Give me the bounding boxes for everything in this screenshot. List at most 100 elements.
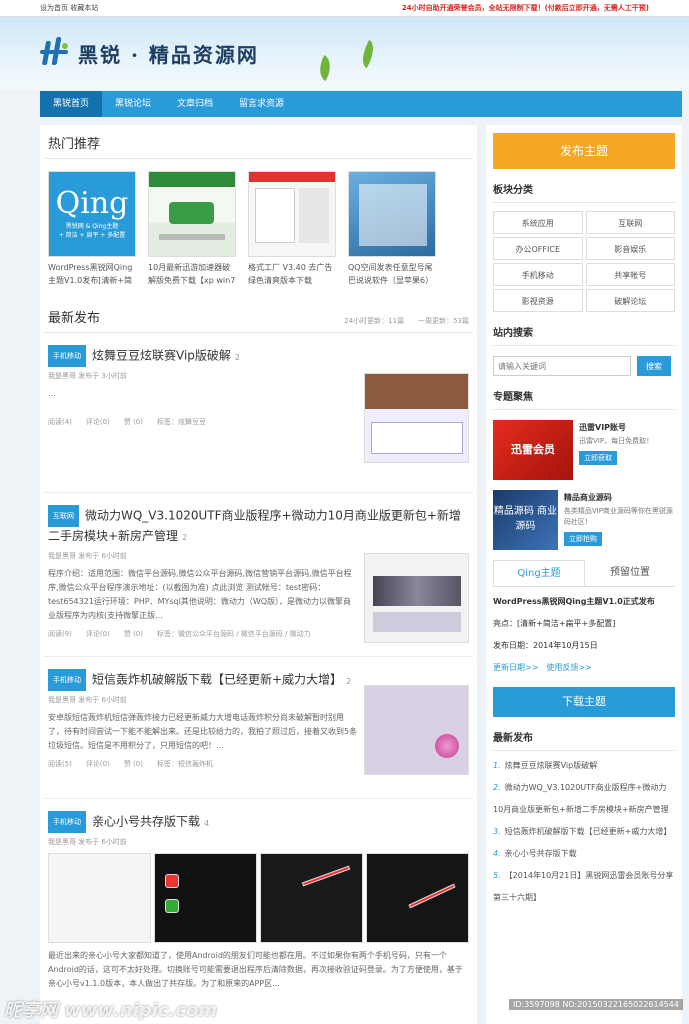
- main-nav: 黑锐首页 黑锐论坛 文章归档 留言求资源: [40, 91, 682, 117]
- qing-sub2: + 简洁 + 扁平 + 多配置: [58, 232, 126, 239]
- comments-link[interactable]: 评论(0): [86, 417, 110, 427]
- site-title: 黑锐 · 精品资源网: [78, 42, 259, 67]
- post-item: 手机移动 亲心小号共存版下载 4 我是黑哥 发布于 6小时前 最近出来的亲心小号大家…: [44, 799, 473, 1001]
- post-tag[interactable]: 互联网: [48, 505, 79, 527]
- post-excerpt: ...: [48, 389, 56, 398]
- featured-name[interactable]: 迅雷VIP账号: [579, 422, 653, 433]
- post-title[interactable]: 短信轰炸机破解版下载【已经更新+威力大增】: [92, 673, 342, 687]
- hot-item[interactable]: Qing 黑锐网 & Qing主题 + 简洁 + 扁平 + 多配置 WordPr…: [48, 171, 136, 289]
- buy-now-button[interactable]: 立即抢购: [563, 532, 602, 546]
- nav-request[interactable]: 留言求资源: [226, 91, 297, 117]
- hot-item[interactable]: 格式工厂 V3.40 去广告绿色清爽版本下载: [248, 171, 336, 289]
- hot-caption[interactable]: 格式工厂 V3.40 去广告绿色清爽版本下载: [248, 261, 336, 289]
- like-button[interactable]: 赞 (0): [124, 759, 143, 769]
- comments-link[interactable]: 评论(0): [86, 629, 110, 639]
- category-item[interactable]: 系统应用: [493, 211, 583, 234]
- header-banner: 黑锐 · 精品资源网: [0, 17, 689, 90]
- post-thumbnail[interactable]: [364, 685, 469, 775]
- recent-list: 1. 炫舞豆豆炫联赛Vip版破解 2. 微动力WQ_V3.1020UTF商业版程序+…: [493, 755, 675, 909]
- post-meta: 我是黑哥 发布于 6小时前: [48, 838, 127, 846]
- feedback-link[interactable]: 使用反馈>>: [546, 663, 591, 672]
- leaf-decoration-icon: [356, 39, 380, 69]
- bookmark-links[interactable]: 设为首页 收藏本站: [40, 3, 98, 13]
- site-logo[interactable]: 黑锐 · 精品资源网: [40, 37, 259, 69]
- recent-item[interactable]: 5. 【2014年10月21日】黑锐网迅雷会员账号分享第三十六期】: [493, 865, 675, 909]
- download-theme-button[interactable]: 下载主题: [493, 687, 675, 717]
- category-item[interactable]: 影视资源: [493, 289, 583, 312]
- nav-home[interactable]: 黑锐首页: [40, 91, 103, 117]
- featured-item: 迅雷会员 迅雷VIP账号 迅雷VIP，每日免费取！ 立即获取: [493, 420, 675, 480]
- category-item[interactable]: 手机移动: [493, 263, 583, 286]
- hot-caption[interactable]: QQ空间发表任意型号尾巴说说软件（显苹果6）: [348, 261, 436, 289]
- featured-name[interactable]: 精品商业源码: [564, 492, 675, 503]
- banner-text: 迅雷会员: [511, 443, 555, 456]
- post-thumbnail[interactable]: [364, 553, 469, 643]
- update-link[interactable]: 更新日期>>: [493, 663, 538, 672]
- post-tag[interactable]: 手机移动: [48, 669, 86, 691]
- recent-item[interactable]: 4. 亲心小号共存版下载: [493, 843, 675, 865]
- xunlei-banner[interactable]: 迅雷会员: [493, 420, 573, 480]
- publish-topic-button[interactable]: 发布主题: [493, 133, 675, 169]
- featured-item: 精品源码 商业源码 精品商业源码 各类精品VIP商业源码等你在黑锐源码社区！ 立…: [493, 490, 675, 550]
- post-tags[interactable]: 标签：短信轰炸机: [157, 759, 213, 769]
- post-title[interactable]: 亲心小号共存版下载: [92, 815, 200, 829]
- like-button[interactable]: 赞 (0): [124, 417, 143, 427]
- gallery-image[interactable]: [260, 853, 363, 943]
- leaf-decoration-icon: [313, 54, 337, 82]
- logo-icon: [40, 37, 70, 69]
- category-item[interactable]: 破解论坛: [585, 289, 675, 312]
- hot-caption[interactable]: 10月最新迅游加速器破解版免费下载【xp win7: [148, 261, 236, 289]
- post-tags[interactable]: 标签：微信公众平台源码 / 微信平台源码 / 微动力: [157, 629, 311, 639]
- post-title[interactable]: 微动力WQ_V3.1020UTF商业版程序+微动力10月商业版更新包+新增二手房…: [48, 509, 461, 544]
- category-item[interactable]: 共享帐号: [585, 263, 675, 286]
- gallery-image[interactable]: [366, 853, 469, 943]
- hot-thumb[interactable]: [348, 171, 436, 257]
- comment-count: 2: [346, 676, 352, 686]
- source-code-banner[interactable]: 精品源码 商业源码: [493, 490, 558, 550]
- recent-item[interactable]: 2. 微动力WQ_V3.1020UTF商业版程序+微动力10月商业版更新包+新增二…: [493, 777, 675, 821]
- like-button[interactable]: 赞 (0): [124, 629, 143, 639]
- comment-count: 2: [182, 533, 188, 542]
- get-now-button[interactable]: 立即获取: [579, 451, 617, 465]
- search-form: 搜索: [493, 356, 675, 376]
- post-tag[interactable]: 手机移动: [48, 811, 86, 833]
- category-grid: 系统应用 互联网 办公OFFICE 影音娱乐 手机移动 共享帐号 影视资源 破解…: [493, 211, 675, 312]
- read-count: 阅读(5): [48, 760, 72, 768]
- hot-section-title: 热门推荐: [44, 125, 473, 159]
- categories-title: 板块分类: [493, 169, 675, 203]
- tab-title[interactable]: WordPress黑锐网Qing主题V1.0正式发布: [493, 591, 675, 613]
- hot-item[interactable]: 10月最新迅游加速器破解版免费下载【xp win7: [148, 171, 236, 289]
- tab-reserved[interactable]: 预留位置: [585, 560, 675, 586]
- tab-qing[interactable]: Qing主题: [493, 560, 585, 586]
- nav-archive[interactable]: 文章归档: [164, 91, 226, 117]
- category-item[interactable]: 办公OFFICE: [493, 237, 583, 260]
- nav-forum[interactable]: 黑锐论坛: [102, 91, 164, 117]
- qing-sub1: 黑锐网 & Qing主题: [65, 223, 119, 230]
- read-count: 阅读(9): [48, 630, 72, 638]
- post-tag[interactable]: 手机移动: [48, 345, 86, 367]
- vip-notice[interactable]: 24小时自助开通荣誉会员，全站无限制下载！(付款后立即开通，无需人工干预): [402, 3, 649, 13]
- comment-count: 2: [234, 352, 240, 362]
- post-item: 手机移动 短信轰炸机破解版下载【已经更新+威力大增】 2 我是黑哥 发布于 6小时前…: [44, 657, 473, 799]
- post-item: 手机移动 炫舞豆豆炫联赛Vip版破解 2 我是黑哥 发布于 3小时前 ... 阅读(…: [44, 333, 473, 493]
- hot-thumb[interactable]: [148, 171, 236, 257]
- recent-item[interactable]: 3. 短信轰炸机破解版下载【已经更新+威力大增】: [493, 821, 675, 843]
- recent-item[interactable]: 1. 炫舞豆豆炫联赛Vip版破解: [493, 755, 675, 777]
- comment-count: 4: [204, 818, 210, 828]
- hot-item[interactable]: QQ空间发表任意型号尾巴说说软件（显苹果6）: [348, 171, 436, 289]
- gallery-image[interactable]: [48, 853, 151, 943]
- search-button[interactable]: 搜索: [637, 356, 671, 376]
- tab-line1: 亮点：[清新+简洁+扁平+多配置]: [493, 619, 616, 628]
- search-input[interactable]: [493, 356, 631, 376]
- hot-thumb[interactable]: [248, 171, 336, 257]
- post-tags[interactable]: 标签：炫舞豆豆: [157, 417, 206, 427]
- gallery-image[interactable]: [154, 853, 257, 943]
- post-title[interactable]: 炫舞豆豆炫联赛Vip版破解: [92, 349, 231, 363]
- hot-caption[interactable]: WordPress黑锐网Qing主题V1.0发布[清新+简: [48, 261, 136, 289]
- theme-tabs: Qing主题 预留位置: [493, 560, 675, 587]
- category-item[interactable]: 影音娱乐: [585, 237, 675, 260]
- category-item[interactable]: 互联网: [585, 211, 675, 234]
- hot-thumb[interactable]: Qing 黑锐网 & Qing主题 + 简洁 + 扁平 + 多配置: [48, 171, 136, 257]
- comments-link[interactable]: 评论(0): [86, 759, 110, 769]
- post-thumbnail[interactable]: [364, 373, 469, 463]
